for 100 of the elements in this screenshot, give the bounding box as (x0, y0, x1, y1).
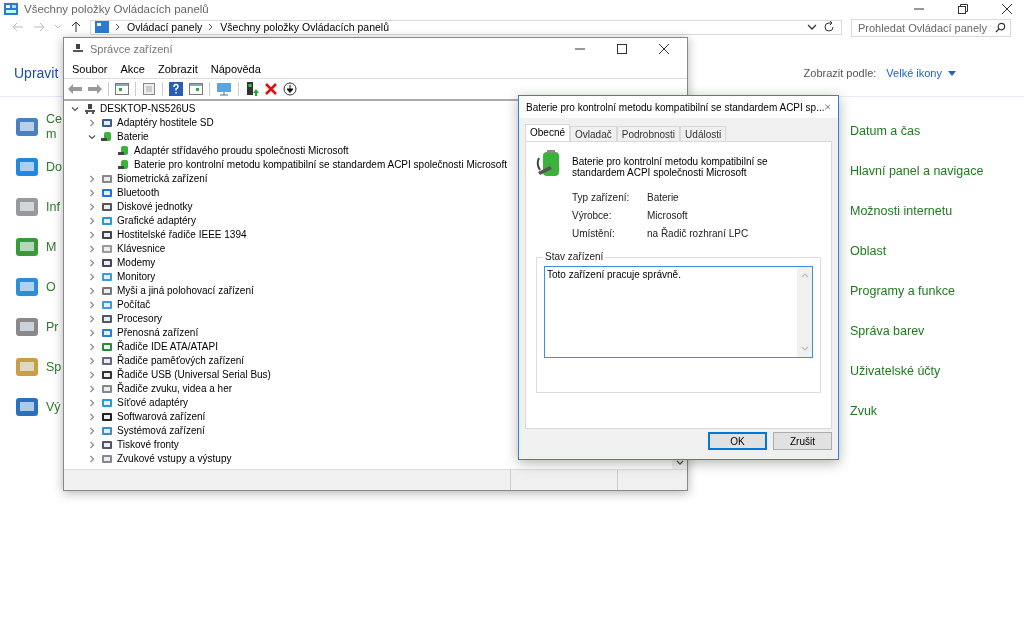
refresh-icon[interactable] (823, 21, 835, 33)
expand-chevron-icon[interactable] (87, 440, 97, 450)
collapse-chevron-icon[interactable] (70, 104, 80, 114)
settings-item-link[interactable]: Ce m (46, 112, 62, 142)
breadcrumb-item[interactable]: Všechny položky Ovládacích panelů (220, 21, 389, 33)
forward-icon[interactable] (33, 22, 45, 32)
back-arrow-icon[interactable] (68, 84, 82, 94)
tree-item[interactable]: Bluetooth (117, 187, 160, 199)
dropdown-caret-icon[interactable] (807, 24, 817, 30)
settings-item-link[interactable]: Možnosti internetu (850, 203, 1014, 220)
status-text-field[interactable]: Toto zařízení pracuje správně. (544, 266, 813, 358)
expand-chevron-icon[interactable] (87, 356, 97, 366)
tree-item[interactable]: Baterie (117, 131, 149, 143)
settings-item-link[interactable]: Hlavní panel a navigace (850, 163, 1014, 180)
tree-item[interactable]: Modemy (117, 257, 156, 269)
settings-item-link[interactable]: Oblast (850, 243, 1014, 260)
settings-item-link[interactable]: Správa barev (850, 323, 1014, 340)
menu-item[interactable]: Soubor (72, 63, 108, 75)
close-icon[interactable] (659, 44, 669, 54)
settings-item-link[interactable]: Pr (46, 319, 59, 335)
menu-item[interactable]: Nápověda (210, 63, 261, 75)
expand-chevron-icon[interactable] (87, 454, 97, 464)
expand-chevron-icon[interactable] (87, 412, 97, 422)
expand-chevron-icon[interactable] (87, 244, 97, 254)
restore-icon[interactable] (958, 4, 968, 14)
tree-item[interactable]: Systémová zařízení (117, 425, 205, 437)
window-icon[interactable] (115, 83, 129, 95)
settings-item-link[interactable]: Datum a čas (850, 123, 1014, 140)
tree-item[interactable]: Softwarová zařízení (117, 411, 206, 423)
maximize-icon[interactable] (617, 44, 627, 54)
menu-item[interactable]: Akce (120, 63, 145, 75)
close-icon[interactable] (1002, 4, 1012, 14)
page-icon[interactable] (142, 83, 156, 95)
help-icon[interactable] (169, 82, 183, 96)
expand-chevron-icon[interactable] (87, 188, 97, 198)
window-icon[interactable] (189, 83, 203, 95)
expand-chevron-icon[interactable] (87, 174, 97, 184)
tab[interactable]: Obecné (525, 124, 571, 141)
expand-chevron-icon[interactable] (87, 300, 97, 310)
tree-item[interactable]: Monitory (117, 271, 156, 283)
device-add-icon[interactable] (245, 82, 259, 96)
expand-chevron-icon[interactable] (87, 342, 97, 352)
expand-chevron-icon[interactable] (87, 286, 97, 296)
tree-item[interactable]: Přenosná zařízení (117, 327, 199, 339)
expand-chevron-icon[interactable] (87, 328, 97, 338)
breadcrumb-item[interactable]: Ovládací panely (127, 21, 203, 33)
expand-chevron-icon[interactable] (87, 314, 97, 324)
settings-item-link[interactable]: Sp (46, 359, 62, 375)
expand-chevron-icon[interactable] (87, 216, 97, 226)
tree-item[interactable]: Adaptéry hostitele SD (117, 117, 214, 129)
monitor-icon[interactable] (216, 82, 232, 96)
expand-chevron-icon[interactable] (87, 118, 97, 128)
expand-chevron-icon[interactable] (87, 398, 97, 408)
search-field[interactable]: Prohledat Ovládací panely (851, 19, 1011, 37)
settings-item-link[interactable]: M (46, 239, 57, 255)
settings-item-link[interactable]: Programy a funkce (850, 283, 1014, 300)
tree-item[interactable]: Tiskové fronty (117, 439, 179, 451)
tree-item[interactable]: Řadiče USB (Universal Serial Bus) (117, 369, 271, 381)
expand-chevron-icon[interactable] (87, 202, 97, 212)
tree-item[interactable]: Baterie pro kontrolní metodu kompatibilní se standardem ACPI společnosti Microsoft (134, 159, 507, 171)
settings-item-link[interactable]: O (46, 279, 56, 295)
scroll-up-icon[interactable] (800, 273, 809, 278)
expand-chevron-icon[interactable] (87, 272, 97, 282)
tree-item[interactable]: Počítač (117, 299, 151, 311)
tree-item[interactable]: Klávesnice (117, 243, 166, 255)
settings-item-link[interactable]: Inf (46, 199, 60, 215)
download-icon[interactable] (283, 82, 297, 96)
tree-item[interactable]: DESKTOP-NS526US (100, 103, 196, 115)
tree-item[interactable]: Síťové adaptéry (117, 397, 188, 409)
tree-item[interactable]: Adaptér střídavého proudu společnosti Microsoft (134, 145, 349, 157)
settings-item-link[interactable]: Vý (46, 399, 61, 415)
back-icon[interactable] (12, 22, 24, 32)
menu-item[interactable]: Zobrazit (157, 63, 198, 75)
collapse-chevron-icon[interactable] (87, 132, 97, 142)
settings-item-link[interactable]: Zvuk (850, 403, 1014, 420)
tree-item[interactable]: Hostitelské řadiče IEEE 1394 (117, 229, 247, 241)
expand-chevron-icon[interactable] (87, 230, 97, 240)
settings-item-link[interactable]: Uživatelské účty (850, 363, 1014, 380)
expand-chevron-icon[interactable] (87, 258, 97, 268)
tab[interactable]: Ovladač (570, 126, 617, 141)
tree-item[interactable]: Řadiče zvuku, videa a her (117, 383, 233, 395)
expand-chevron-icon[interactable] (87, 384, 97, 394)
tab[interactable]: Události (680, 126, 727, 141)
tree-item[interactable]: Diskové jednotky (117, 201, 193, 213)
search-icon[interactable] (995, 22, 1006, 33)
history-caret-icon[interactable] (54, 24, 62, 30)
tree-item[interactable]: Myši a jiná polohovací zařízení (117, 285, 254, 297)
expand-chevron-icon[interactable] (87, 426, 97, 436)
settings-item-link[interactable]: Do (46, 159, 62, 175)
tab[interactable]: Podrobnosti (616, 126, 681, 141)
tree-item[interactable]: Řadiče IDE ATA/ATAPI (117, 341, 218, 353)
up-arrow-icon[interactable] (71, 21, 81, 33)
ok-button[interactable]: OK (708, 432, 767, 450)
tree-item[interactable]: Grafické adaptéry (117, 215, 196, 227)
cancel-button[interactable]: Zrušit (773, 432, 832, 450)
delete-icon[interactable] (265, 83, 277, 95)
view-by-link[interactable]: Velké ikony (886, 67, 942, 79)
tree-item[interactable]: Zvukové vstupy a výstupy (117, 453, 232, 465)
forward-arrow-icon[interactable] (88, 84, 102, 94)
tree-item[interactable]: Řadiče paměťových zařízení (117, 355, 245, 367)
